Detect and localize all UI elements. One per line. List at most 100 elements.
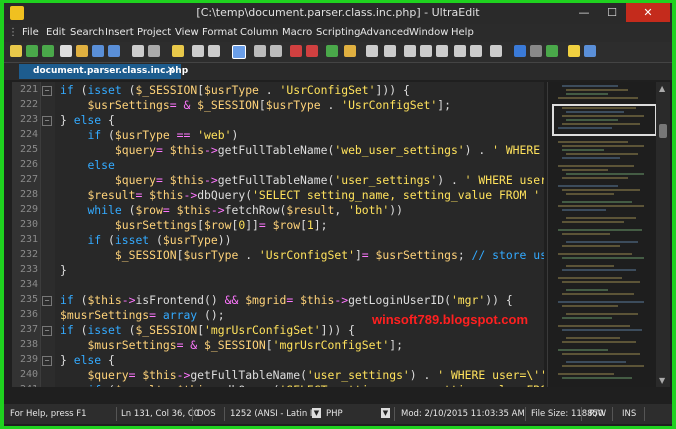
tab-document-parser[interactable]: document.parser.class.inc.php ✕ <box>19 64 188 79</box>
close-tab-icon[interactable]: ✕ <box>167 65 175 76</box>
menu-file[interactable]: File <box>22 27 39 38</box>
template-list-icon[interactable] <box>470 45 482 57</box>
new-document-icon[interactable] <box>60 45 72 57</box>
hex-mode-icon[interactable] <box>384 45 396 57</box>
language-dropdown-icon[interactable]: ▼ <box>381 408 390 418</box>
status-language[interactable]: PHP <box>326 409 343 419</box>
print-preview-icon[interactable] <box>148 45 160 57</box>
menu-scripting[interactable]: Scripting <box>316 27 360 38</box>
line-number: 238 <box>19 339 38 350</box>
split-window-icon[interactable] <box>490 45 502 57</box>
browser-icon[interactable] <box>514 45 526 57</box>
menu-insert[interactable]: Insert <box>105 27 134 38</box>
code-text: $query= $this->getFullTableName('user_se… <box>114 173 544 187</box>
line-number: 230 <box>19 219 38 230</box>
status-encoding[interactable]: 1252 (ANSI - Latin I) <box>230 409 316 419</box>
code-line: 222 $usrSettings= & $_SESSION[$usrType .… <box>12 98 544 113</box>
delete-icon[interactable] <box>270 45 282 57</box>
vertical-scrollbar[interactable]: ▲ ▼ <box>656 82 670 387</box>
copy-icon[interactable] <box>192 45 204 57</box>
code-text: if (isset ($_SESSION[$usrType . 'UsrConf… <box>60 83 410 97</box>
paste-icon[interactable] <box>208 45 220 57</box>
redo-icon[interactable] <box>306 45 318 57</box>
code-line: 233 } <box>12 263 544 278</box>
fold-collapse-icon[interactable]: − <box>42 356 52 366</box>
line-number: 231 <box>19 234 38 245</box>
menu-search[interactable]: Search <box>70 27 104 38</box>
line-number: 223 <box>19 114 38 125</box>
code-line: 228 $result= $this->dbQuery('SELECT sett… <box>12 188 544 203</box>
save-all-icon[interactable] <box>108 45 120 57</box>
status-divider <box>224 407 225 421</box>
status-help: For Help, press F1 <box>10 409 87 419</box>
menu-bar: ⋮ File Edit Search Insert Project View F… <box>4 24 672 42</box>
ultraedit-window: [C:\temp\document.parser.class.inc.php] … <box>4 3 672 426</box>
status-insert-mode[interactable]: INS <box>622 409 636 419</box>
tip-lightbulb-icon[interactable] <box>568 45 580 57</box>
code-line: 232 $_SESSION[$usrType . 'UsrConfigSet']… <box>12 248 544 263</box>
line-number: 222 <box>19 99 38 110</box>
line-number: 229 <box>19 204 38 215</box>
menu-format[interactable]: Format <box>202 27 237 38</box>
save-icon[interactable] <box>92 45 104 57</box>
file-tree-icon[interactable] <box>420 45 432 57</box>
settings-icon[interactable] <box>530 45 542 57</box>
line-number: 227 <box>19 174 38 185</box>
minimize-button[interactable]: — <box>570 3 598 22</box>
code-minimap[interactable] <box>547 82 657 387</box>
code-line: 239 − } else { <box>12 353 544 368</box>
encoding-dropdown-icon[interactable]: ▼ <box>312 408 321 418</box>
menu-advanced[interactable]: Advanced <box>360 27 409 38</box>
undo-icon[interactable] <box>290 45 302 57</box>
new-file-icon[interactable] <box>10 45 22 57</box>
code-line: 221 − if (isset ($_SESSION[$usrType . 'U… <box>12 83 544 98</box>
tag-list-icon[interactable] <box>454 45 466 57</box>
back-icon[interactable] <box>26 45 38 57</box>
scrollbar-thumb[interactable] <box>659 124 667 138</box>
status-cursor-position[interactable]: Ln 131, Col 36, C0 <box>121 409 199 419</box>
menu-column[interactable]: Column <box>240 27 278 38</box>
maximize-button[interactable]: ☐ <box>598 3 626 22</box>
fold-collapse-icon[interactable]: − <box>42 326 52 336</box>
bookmark-icon[interactable] <box>344 45 356 57</box>
scroll-down-icon[interactable]: ▼ <box>659 376 665 385</box>
status-line-ending[interactable]: DOS <box>197 409 216 419</box>
scroll-up-icon[interactable]: ▲ <box>659 84 665 93</box>
fold-collapse-icon[interactable]: − <box>42 116 52 126</box>
line-number: 235 <box>19 294 38 305</box>
column-mode-icon[interactable] <box>366 45 378 57</box>
close-window-button[interactable]: ✕ <box>626 3 670 22</box>
code-text: $result= $this->dbQuery('SELECT setting_… <box>87 188 541 202</box>
code-line: 227 $query= $this->getFullTableName('use… <box>12 173 544 188</box>
code-text: $musrSettings= & $_SESSION['mgrUsrConfig… <box>87 338 403 352</box>
code-text: if ($usrType == 'web') <box>87 128 239 142</box>
menu-macro[interactable]: Macro <box>282 27 312 38</box>
minimap-viewport[interactable] <box>552 104 657 136</box>
refresh-icon[interactable] <box>546 45 558 57</box>
cut-icon[interactable] <box>254 45 266 57</box>
spell-check-icon[interactable] <box>326 45 338 57</box>
code-line: 229 while ($row= $this->fetchRow($result… <box>12 203 544 218</box>
menu-window[interactable]: Window <box>409 27 448 38</box>
menu-help[interactable]: Help <box>451 27 474 38</box>
menu-view[interactable]: View <box>175 27 199 38</box>
word-wrap-icon[interactable] <box>232 45 246 59</box>
status-read-write[interactable]: R/W <box>589 409 606 419</box>
output-window-icon[interactable] <box>436 45 448 57</box>
open-folder-icon[interactable] <box>76 45 88 57</box>
fold-collapse-icon[interactable]: − <box>42 296 52 306</box>
menu-project[interactable]: Project <box>137 27 171 38</box>
code-text: $musrSettings= array (); <box>60 308 225 322</box>
line-number: 236 <box>19 309 38 320</box>
help-icon[interactable] <box>584 45 596 57</box>
menu-edit[interactable]: Edit <box>46 27 65 38</box>
code-editor[interactable]: 221 − if (isset ($_SESSION[$usrType . 'U… <box>12 82 544 387</box>
fold-collapse-icon[interactable]: − <box>42 86 52 96</box>
code-line: 226 else <box>12 158 544 173</box>
find-icon[interactable] <box>172 45 184 57</box>
forward-icon[interactable] <box>42 45 54 57</box>
code-line: 231 if (isset ($usrType)) <box>12 233 544 248</box>
print-icon[interactable] <box>132 45 144 57</box>
code-line: 223 − } else { <box>12 113 544 128</box>
function-list-icon[interactable] <box>404 45 416 57</box>
